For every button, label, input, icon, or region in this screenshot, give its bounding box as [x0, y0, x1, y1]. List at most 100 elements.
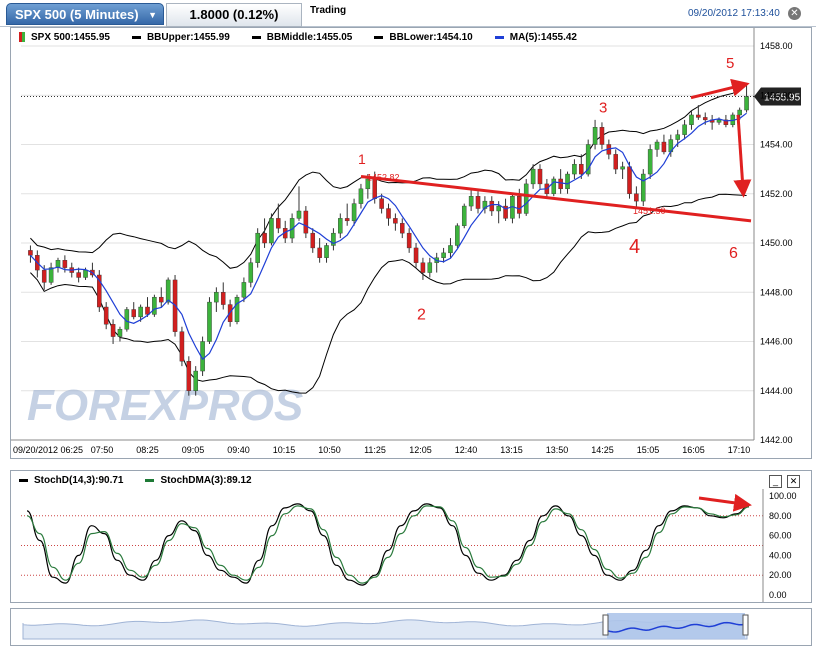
candle [117, 326, 123, 342]
candle [207, 297, 212, 344]
candle-body [83, 269, 88, 278]
candle-body [400, 223, 405, 234]
candle-body [179, 331, 185, 362]
annotation-number: 4 [629, 236, 640, 258]
navigator-chart [22, 613, 749, 640]
candle-body [303, 210, 309, 234]
candle-body [517, 196, 522, 214]
y-tick-label: 1442.00 [760, 435, 793, 445]
candle [647, 144, 653, 179]
stoch-series-line [26, 505, 750, 584]
candle [406, 228, 412, 253]
candles [28, 85, 749, 396]
candle-body [186, 361, 192, 391]
navigator[interactable] [10, 608, 812, 646]
candle [420, 257, 426, 280]
last-price-line: 1455.95 [21, 87, 801, 106]
candle-body [62, 260, 68, 268]
candle-body [627, 166, 632, 194]
candle-body [448, 245, 453, 254]
candle [220, 282, 226, 310]
stochastic-chart: 0.00 20.00 40.00 60.00 80.00 100.00 [21, 489, 797, 602]
y-tick-label: 60.00 [769, 531, 792, 541]
price-change: 1.8000 (0.12%) [166, 3, 302, 27]
x-tick-label: 12:05 [409, 445, 432, 455]
candle [303, 206, 309, 239]
candle-body [461, 205, 467, 226]
symbol-selector[interactable]: SPX 500 (5 Minutes) ▼ [6, 3, 164, 25]
annotation-number: 1 [358, 151, 366, 167]
annotation-number: 6 [729, 245, 738, 262]
candle [620, 161, 625, 179]
candle [276, 203, 281, 234]
candle-body [207, 301, 212, 342]
candle-body [413, 247, 419, 263]
candle [413, 243, 419, 268]
watermark: FOREXPROS [27, 381, 303, 430]
candle-body [248, 262, 254, 283]
candle-body [344, 218, 350, 222]
candle [234, 294, 240, 325]
candle-body [152, 296, 157, 315]
navigator-handle [742, 614, 749, 636]
candle [110, 319, 116, 344]
candle-body [441, 252, 446, 258]
candle-body [675, 134, 680, 140]
candle [661, 134, 667, 155]
trading-status: Trading [310, 5, 347, 16]
candle [558, 169, 563, 194]
candle-body [324, 245, 329, 258]
candle-body [489, 200, 495, 212]
candle-body [255, 232, 260, 263]
candle-body [117, 328, 123, 337]
candle-body [103, 306, 109, 325]
x-tick-label: 15:05 [637, 445, 660, 455]
candle [214, 287, 219, 312]
candle-body [647, 149, 653, 175]
candle-body [269, 218, 274, 244]
candle-body [379, 198, 384, 209]
x-tick-label: 08:25 [136, 445, 159, 455]
candle [468, 188, 474, 211]
candle [152, 294, 157, 317]
y-tick-label: 1454.00 [760, 140, 793, 150]
timestamp: 09/20/2012 17:13:40 [688, 8, 780, 19]
candle-body [475, 196, 481, 209]
symbol-label: SPX 500 (5 Minutes) [15, 7, 139, 22]
candle-body [214, 292, 219, 303]
candle [537, 164, 543, 189]
candle-body [386, 208, 391, 219]
candle-body [310, 232, 316, 249]
candle-body [193, 370, 198, 391]
y-tick-label: 1456.00 [760, 90, 793, 100]
down-arrow [733, 114, 752, 198]
candle-body [579, 163, 584, 175]
y-axis: 0.00 20.00 40.00 60.00 80.00 100.00 [769, 491, 797, 600]
candle [427, 257, 433, 278]
candle [186, 356, 192, 396]
candle-body [110, 324, 116, 337]
candle-body [737, 109, 742, 116]
annotations [698, 493, 752, 512]
candle-body [76, 272, 81, 278]
candle-body [262, 232, 267, 244]
x-tick-label: 13:15 [500, 445, 523, 455]
candle [475, 191, 481, 214]
candle [551, 176, 557, 197]
candle-body [716, 119, 722, 123]
candle-body [654, 141, 660, 150]
candle [55, 257, 61, 273]
candle-body [241, 282, 247, 298]
y-tick-label: 1444.00 [760, 386, 793, 396]
candle [689, 110, 694, 130]
candle-body [358, 188, 364, 204]
stoch-arrow [698, 493, 752, 512]
candle-body [159, 296, 164, 303]
candle [324, 243, 329, 263]
close-icon[interactable]: ✕ [788, 7, 801, 20]
stochastic-panel: StochD(14,3):90.71 StochDMA(3):89.12 _ ✕… [10, 470, 812, 603]
candle [448, 238, 453, 258]
candle-body [620, 166, 625, 170]
x-tick-label: 16:05 [682, 445, 705, 455]
candle-body [220, 292, 226, 305]
